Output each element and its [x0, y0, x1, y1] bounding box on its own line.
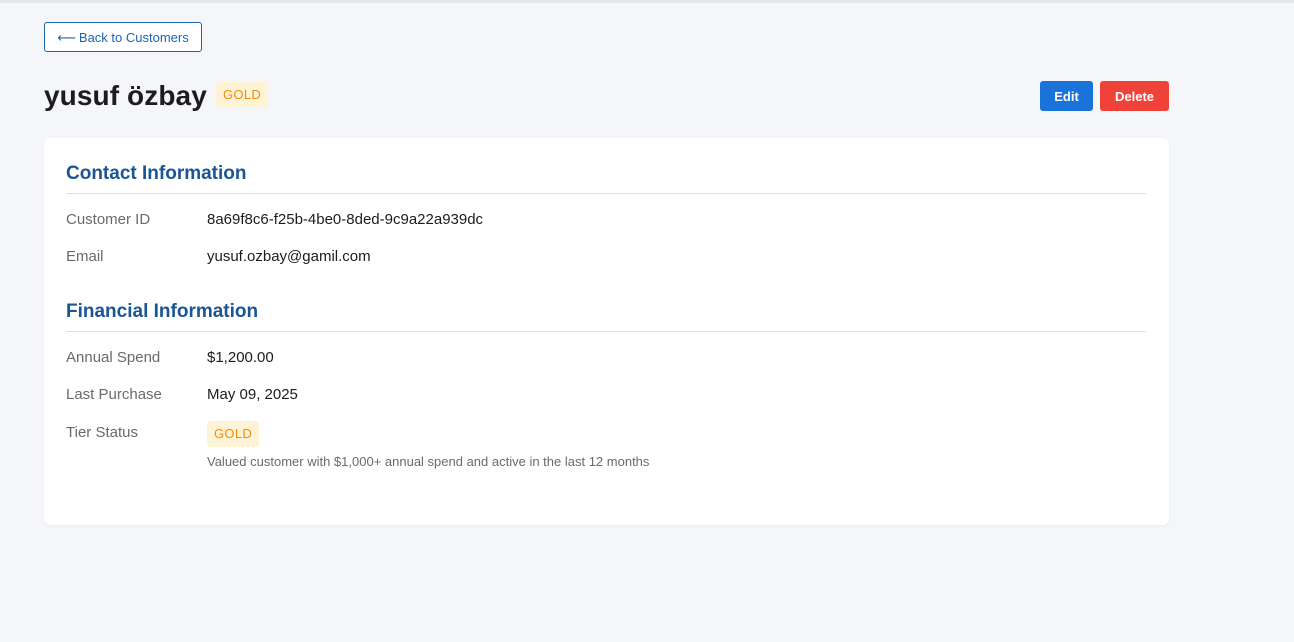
tier-status-label: Tier Status [66, 424, 138, 441]
annual-spend-value: $1,200.00 [207, 349, 274, 366]
top-strip [0, 0, 1294, 3]
annual-spend-label: Annual Spend [66, 349, 161, 366]
tier-status-badge: GOLD [207, 421, 260, 447]
contact-section-title: Contact Information [66, 163, 247, 184]
email-value: yusuf.ozbay@gamil.com [207, 248, 371, 265]
customer-id-value: 8a69f8c6-f25b-4be0-8ded-9c9a22a939dc [207, 211, 484, 228]
back-button-label: Back to Customers [78, 29, 189, 45]
tier-badge-header: GOLD [216, 82, 269, 108]
customer-id-label: Customer ID [66, 211, 151, 228]
customer-name-title: yusuf özbay [44, 80, 207, 111]
tier-status-description: Valued customer with $1,000+ annual spen… [207, 454, 650, 469]
delete-button[interactable]: Delete [1100, 81, 1169, 111]
edit-button[interactable]: Edit [1040, 81, 1093, 111]
last-purchase-label: Last Purchase [66, 386, 162, 403]
email-label: Email [66, 248, 104, 265]
financial-divider [66, 331, 1146, 332]
customer-details-card: Contact Information Customer ID 8a69f8c6… [44, 138, 1169, 525]
contact-divider [66, 193, 1146, 194]
last-purchase-value: May 09, 2025 [207, 386, 298, 403]
financial-section-title: Financial Information [66, 301, 259, 322]
arrow-left-icon: ⟵ [57, 29, 76, 45]
back-to-customers-button[interactable]: ⟵ Back to Customers [44, 22, 202, 52]
